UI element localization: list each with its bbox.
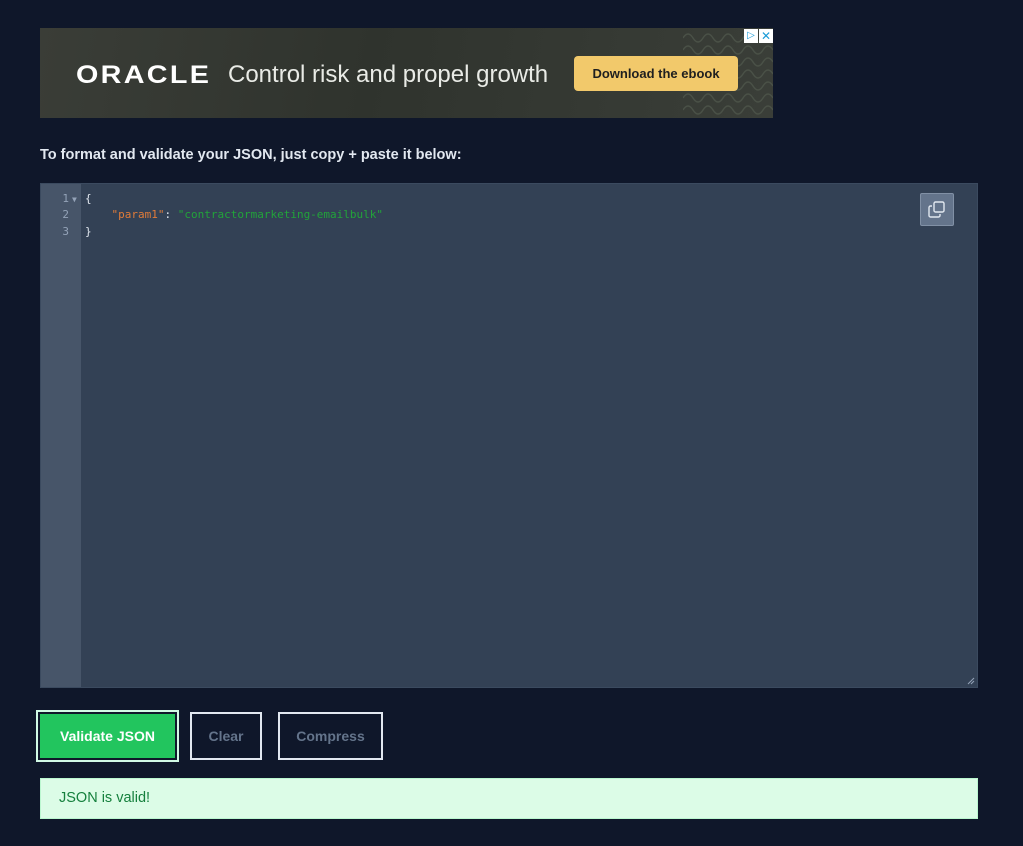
line-number: 1 [62,192,69,205]
copy-button[interactable] [920,193,954,226]
code-line[interactable]: { [85,192,92,205]
copy-icon [928,201,945,218]
resize-handle-icon[interactable] [967,677,975,685]
status-message: JSON is valid! [40,778,978,819]
line-number: 3 [62,225,69,238]
json-editor[interactable]: 1 ▼ 2 3 { "param1": "contractormarketing… [40,183,978,688]
compress-button[interactable]: Compress [278,712,383,760]
adchoices-icon[interactable]: ▷ [744,29,758,43]
brace-open: { [85,192,92,205]
json-separator: : [164,208,178,221]
fold-arrow-icon[interactable]: ▼ [72,195,77,204]
oracle-logo: ORACLE [76,61,212,89]
clear-button[interactable]: Clear [190,712,262,760]
close-icon[interactable]: ✕ [759,29,773,43]
code-line[interactable]: "param1": "contractormarketing-emailbulk… [85,208,384,221]
code-line[interactable]: } [85,225,92,238]
ad-banner[interactable]: ORACLE Control risk and propel growth Do… [40,28,773,118]
instructions-text: To format and validate your JSON, just c… [40,147,462,163]
json-string-value: "contractormarketing-emailbulk" [177,208,384,221]
ad-tagline: Control risk and propel growth [228,61,549,88]
validate-json-button[interactable]: Validate JSON [36,710,179,762]
editor-gutter: 1 ▼ 2 3 [41,184,81,687]
download-ebook-button[interactable]: Download the ebook [574,56,738,91]
brace-close: } [85,225,92,238]
json-key: "param1" [111,208,165,221]
line-number: 2 [62,208,69,221]
